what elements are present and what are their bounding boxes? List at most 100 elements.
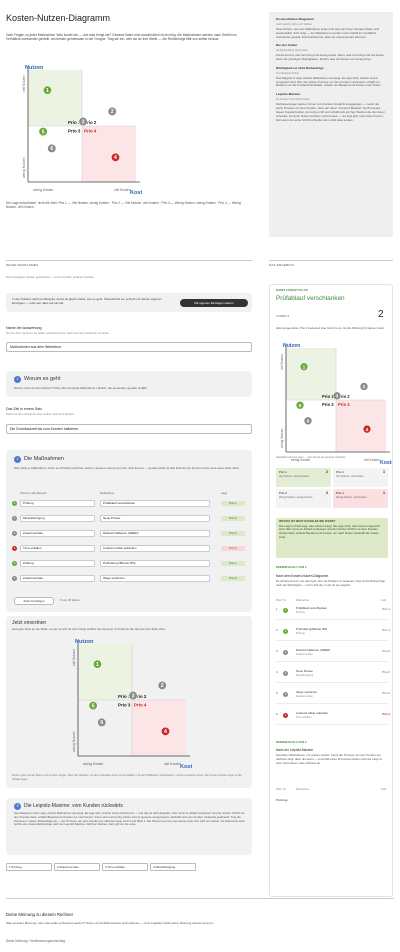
process-input[interactable]: Time einfüllen bbox=[20, 545, 95, 552]
prio4-label: Prio 4 bbox=[338, 402, 350, 407]
point-1: 1 bbox=[42, 85, 53, 95]
col-measure-header: Maßnahme bbox=[100, 491, 115, 495]
goal-input[interactable]: Die Durchlaufzeit bis zum Kunden halbier… bbox=[6, 424, 252, 434]
point-3: 3 bbox=[128, 690, 138, 701]
point-1: 1 bbox=[299, 362, 309, 372]
section-measures-text: Eine Zeile je Maßnahme. Auch ein Problem… bbox=[14, 466, 240, 470]
ranking-col-header: Nr. bbox=[283, 788, 287, 791]
name-input[interactable]: Maßnahmen aus dem Werbetron bbox=[6, 342, 252, 352]
measure-input[interactable]: Prüfmittel griffbereit (5S) bbox=[100, 560, 210, 567]
point-number: 4 bbox=[366, 427, 369, 433]
process-input[interactable]: Prüfung bbox=[20, 560, 95, 567]
measure-input[interactable]: Rüstzeit halbieren (SMED) bbox=[100, 530, 210, 537]
y-axis-low-label: wenig Nutzen bbox=[280, 428, 284, 448]
position-badge: Prio 1 bbox=[221, 560, 245, 566]
start-own-entries-button[interactable]: Mit eigenen Einträgen starten bbox=[180, 299, 248, 307]
ranking-field: Prio 2 bbox=[382, 649, 390, 653]
ranking-col-header: Maßnahme bbox=[296, 599, 310, 602]
process-order-tab[interactable]: 4 Minerilfertigung bbox=[150, 863, 196, 871]
placement-text: Zieh jede Zeile an die Stelle, an der es… bbox=[12, 627, 166, 631]
measure-input[interactable]: Lieferant näher anbinden bbox=[100, 545, 210, 552]
ranking-place: 5. bbox=[276, 691, 279, 695]
x-axis-high-label: viel Kosten bbox=[164, 762, 181, 766]
row-number: 3 bbox=[12, 531, 17, 536]
ranking-process: Zusammenbau bbox=[296, 695, 313, 698]
ranking-row: 1. 1 Prüfablauf verschlanken Prüfung Prio 1 bbox=[274, 606, 390, 617]
x-axis-title: Kosten bbox=[380, 460, 392, 466]
quadrant-card-text: Wenig Nutzen, wenig Kosten bbox=[279, 496, 313, 500]
rows-count-note: 6 von 36 Zeilen bbox=[60, 598, 80, 602]
point-number: 2 bbox=[161, 683, 164, 689]
ranking-row: 5. 6 Wege verkürzen Zusammenbau Prio 3 bbox=[274, 690, 390, 701]
ranking-number: 3 bbox=[283, 650, 288, 655]
quadrant-prio4 bbox=[132, 700, 186, 756]
point-number: 2 bbox=[363, 384, 366, 390]
ranking1-text: Es wichtig sind wir, wie das Feld, dem d… bbox=[276, 579, 385, 587]
x-axis-low-label: wenig Kosten bbox=[33, 188, 54, 192]
sidebar-importance-text: Das Diagramm sagt, welche Maßnahme viel … bbox=[276, 75, 382, 88]
ranking2-heading: REIHENFOLGE 2 VON 2 bbox=[276, 741, 307, 744]
cost-benefit-chart-top: Nutzen Kosten wenig Kosten viel Kosten viel … bbox=[14, 62, 142, 196]
divider bbox=[6, 898, 394, 899]
y-axis-title: Nutzen bbox=[283, 343, 300, 349]
ranking-divider bbox=[276, 682, 388, 683]
ranking1-heading: REIHENFOLGE 1 VON 2 bbox=[276, 566, 307, 569]
quadrant-card-title: Prio 4 bbox=[336, 491, 344, 495]
process-order-tab[interactable]: 3 Time einfüllen bbox=[102, 863, 148, 871]
ranking-number: 1 bbox=[283, 608, 288, 613]
step-1-badge: 1 bbox=[14, 376, 21, 383]
point-number: 5 bbox=[42, 129, 45, 135]
ranking-place: 4. bbox=[276, 670, 279, 674]
point-number: 1 bbox=[46, 88, 49, 94]
prio1-label: Prio 1 bbox=[322, 394, 334, 399]
point-6: 6 bbox=[47, 143, 57, 153]
section-goal-box bbox=[6, 371, 252, 397]
process-order-tab[interactable]: 2 Zusammenbau bbox=[54, 863, 100, 871]
opinion-title: Deine Meinung zu diesem Rechner bbox=[6, 912, 74, 917]
prio4-label: Prio 4 bbox=[134, 702, 147, 707]
prio3-label: Prio 3 bbox=[68, 128, 81, 133]
position-badge: Prio 1 bbox=[221, 500, 245, 506]
quadrant-card-title: Prio 1 bbox=[279, 470, 287, 474]
position-badge: Prio 3 bbox=[221, 530, 245, 536]
sidebar-title-sub: nach Gefühl, nicht nach Zahlen bbox=[276, 22, 312, 26]
quadrant-prio4 bbox=[82, 126, 136, 182]
result-count: 2 bbox=[378, 309, 384, 320]
measure-input[interactable]: Prüfablauf verschlanken bbox=[100, 500, 210, 507]
ranking-divider bbox=[276, 703, 388, 704]
x-axis-title: Kosten bbox=[180, 764, 192, 770]
point-number: 3 bbox=[132, 693, 135, 699]
quadrant-card-count: 1 bbox=[383, 491, 385, 495]
y-axis-low-label: wenig Nutzen bbox=[72, 731, 76, 752]
ranking2-text: Dieselben Maßnahmen, nur anders sortiert… bbox=[276, 753, 383, 765]
process-input[interactable]: Prüfung bbox=[20, 500, 95, 507]
process-order-tab[interactable]: 1 Prüfung bbox=[6, 863, 52, 871]
cost-benefit-chart-drag[interactable]: Nutzen Kosten wenig Kosten viel Kosten viel … bbox=[64, 636, 192, 770]
measure-input[interactable]: Neue Presse bbox=[100, 515, 210, 522]
y-axis-low-label: wenig Nutzen bbox=[22, 157, 26, 178]
ranking-col-header: Platz bbox=[276, 599, 282, 602]
ranking-field: Prio 4 bbox=[382, 712, 390, 716]
process-input[interactable]: Zusammenbau bbox=[20, 530, 95, 537]
section-goal-text: Woran misst du den Nutzen? Ohne Ziel wir… bbox=[14, 386, 148, 390]
quadrant-prio1 bbox=[286, 348, 336, 400]
opinion-text: Was ist deine Meinung, oder was sollte v… bbox=[6, 921, 215, 925]
ranking-process: Time einfüllen bbox=[296, 716, 312, 719]
process-input[interactable]: Zusammenbau bbox=[20, 575, 95, 582]
x-axis-low-label: wenig Kosten bbox=[83, 762, 104, 766]
ranking-field: Prio 1 bbox=[382, 628, 390, 632]
point-4: 4 bbox=[160, 726, 171, 736]
measure-input[interactable]: Wege verkürzen bbox=[100, 575, 210, 582]
section-measures-title: Die Maßnahmen bbox=[24, 456, 64, 462]
process-input[interactable]: Mineralfertigung bbox=[20, 515, 95, 522]
point-6: 6 bbox=[303, 416, 313, 426]
ranking-divider bbox=[276, 640, 388, 641]
ranking-place: 3. bbox=[276, 649, 279, 653]
add-row-button[interactable]: Zeile hinzufügen bbox=[14, 597, 54, 605]
sidebar-title-text: Zwei Achsen, wie eine Maßnahme kostet un… bbox=[276, 26, 380, 39]
point-1: 1 bbox=[92, 659, 103, 669]
point-number: 5 bbox=[299, 403, 302, 409]
ranking-process: Prüfung bbox=[296, 632, 305, 635]
opinion-link[interactable]: Deine Meinung / Verbesserungsvorschlag bbox=[6, 939, 65, 943]
point-5: 5 bbox=[38, 127, 48, 137]
